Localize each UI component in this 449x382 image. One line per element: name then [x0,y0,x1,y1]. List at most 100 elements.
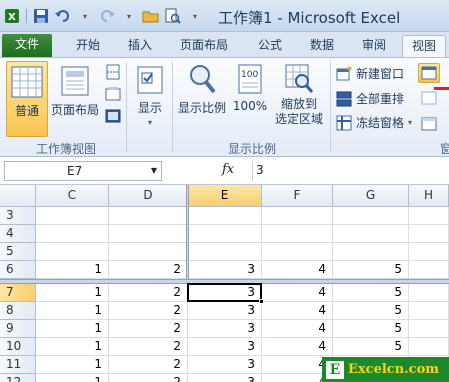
insert-function-icon[interactable]: fx [222,162,234,177]
cell-c8[interactable]: 1 [36,302,109,320]
open-folder-icon[interactable] [141,6,161,26]
row-header-7[interactable]: 7 [0,284,36,302]
cell-e9[interactable]: 3 [188,320,262,338]
cell-f10[interactable]: 4 [262,338,333,356]
row-header-5[interactable]: 5 [0,243,36,261]
select-all-corner[interactable] [0,185,36,207]
zoom-button[interactable]: 显示比例 [176,61,228,137]
cell-h6[interactable] [409,261,449,279]
cell-c3[interactable] [36,207,109,225]
cell-c9[interactable]: 1 [36,320,109,338]
cell-h8[interactable] [409,302,449,320]
cell-e4[interactable] [188,225,262,243]
cell-d12[interactable]: 2 [109,374,188,382]
cell-d6[interactable]: 2 [109,261,188,279]
cell-h3[interactable] [409,207,449,225]
tab-formulas[interactable]: 公式 [248,35,292,57]
redo-icon[interactable] [97,6,117,26]
cell-f8[interactable]: 4 [262,302,333,320]
cell-d7[interactable]: 2 [109,284,188,302]
cell-h10[interactable] [409,338,449,356]
cell-f3[interactable] [262,207,333,225]
split-button[interactable] [418,63,440,83]
row-header-10[interactable]: 10 [0,338,36,356]
row-header-12[interactable]: 12 [0,374,36,382]
cell-e10[interactable]: 3 [188,338,262,356]
cell-d5[interactable] [109,243,188,261]
cell-d10[interactable]: 2 [109,338,188,356]
cell-g6[interactable]: 5 [333,261,409,279]
zoom-to-selection-button[interactable]: 缩放到 选定区域 [272,61,326,137]
show-button[interactable]: 显示 ▾ [133,61,167,137]
cell-f6[interactable]: 4 [262,261,333,279]
cell-d9[interactable]: 2 [109,320,188,338]
tab-view[interactable]: 视图 [402,35,446,57]
redo-dropdown-icon[interactable]: ▾ [119,6,139,26]
formula-input[interactable]: 3 [252,161,449,181]
column-header-h[interactable]: H [409,185,449,207]
cell-g5[interactable] [333,243,409,261]
excel-app-icon[interactable]: X [2,6,22,26]
cell-h4[interactable] [409,225,449,243]
row-header-6[interactable]: 6 [0,261,36,279]
cell-e8[interactable]: 3 [188,302,262,320]
name-box[interactable]: E7 ▼ [4,161,162,181]
cell-d3[interactable] [109,207,188,225]
cell-c12[interactable]: 1 [36,374,109,382]
row-header-8[interactable]: 8 [0,302,36,320]
undo-icon[interactable] [53,6,73,26]
cell-c4[interactable] [36,225,109,243]
custom-views-button[interactable] [104,86,122,104]
cell-e3[interactable] [188,207,262,225]
cell-e5[interactable] [188,243,262,261]
arrange-all-button[interactable]: 全部重排 [336,90,404,107]
new-window-button[interactable]: 新建窗口 [336,65,404,82]
tab-file[interactable]: 文件 [2,34,52,57]
cell-g3[interactable] [333,207,409,225]
cell-h7[interactable] [409,284,449,302]
cell-h9[interactable] [409,320,449,338]
column-header-c[interactable]: C [36,185,109,207]
tab-review[interactable]: 审阅 [352,35,396,57]
cell-f5[interactable] [262,243,333,261]
tab-page-layout[interactable]: 页面布局 [172,35,236,57]
row-header-4[interactable]: 4 [0,225,36,243]
customize-qat-icon[interactable]: ▾ [185,6,205,26]
undo-dropdown-icon[interactable]: ▾ [75,6,95,26]
cell-e6[interactable]: 3 [188,261,262,279]
row-header-11[interactable]: 11 [0,356,36,374]
cell-d8[interactable]: 2 [109,302,188,320]
normal-view-button[interactable]: 普通 [6,61,48,137]
name-box-dropdown-icon[interactable]: ▼ [151,166,157,175]
cell-c5[interactable] [36,243,109,261]
cell-f7[interactable]: 4 [262,284,333,302]
cell-g8[interactable]: 5 [333,302,409,320]
unhide-window-button[interactable] [418,114,440,134]
cell-c7[interactable]: 1 [36,284,109,302]
print-preview-icon[interactable] [163,6,183,26]
full-screen-button[interactable] [104,108,122,126]
hide-window-button[interactable] [418,88,440,108]
cell-c11[interactable]: 1 [36,356,109,374]
cell-g9[interactable]: 5 [333,320,409,338]
page-break-preview-button[interactable] [104,64,122,82]
cell-g10[interactable]: 5 [333,338,409,356]
cell-f4[interactable] [262,225,333,243]
cell-c6[interactable]: 1 [36,261,109,279]
fill-handle[interactable] [259,299,264,304]
cell-g4[interactable] [333,225,409,243]
freeze-panes-button[interactable]: 冻结窗格 ▾ [336,114,412,131]
cell-e11[interactable]: 3 [188,356,262,374]
row-header-3[interactable]: 3 [0,207,36,225]
cell-d4[interactable] [109,225,188,243]
tab-home[interactable]: 开始 [66,35,110,57]
cell-d11[interactable]: 2 [109,356,188,374]
row-header-9[interactable]: 9 [0,320,36,338]
cell-e12[interactable]: 3 [188,374,262,382]
column-header-e[interactable]: E [188,185,262,207]
cell-g7[interactable]: 5 [333,284,409,302]
cell-h5[interactable] [409,243,449,261]
tab-data[interactable]: 数据 [300,35,344,57]
save-icon[interactable] [31,6,51,26]
tab-insert[interactable]: 插入 [118,35,162,57]
